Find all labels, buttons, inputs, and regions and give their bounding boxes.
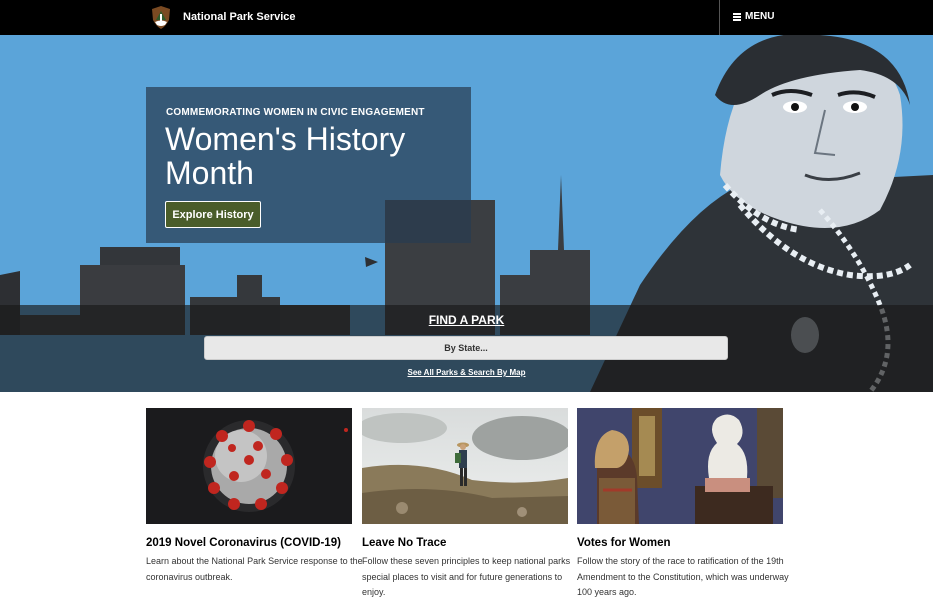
find-a-park-panel: FIND A PARK By State... See All Parks & … xyxy=(0,305,933,392)
card-description: Follow these seven principles to keep na… xyxy=(362,556,571,597)
promo-kicker: COMMEMORATING WOMEN IN CIVIC ENGAGEMENT xyxy=(166,107,425,118)
menu-divider xyxy=(719,0,720,35)
card-title[interactable]: 2019 Novel Coronavirus (COVID-19) xyxy=(146,537,356,549)
hamburger-icon xyxy=(733,13,741,21)
menu-button[interactable]: MENU xyxy=(733,11,774,22)
card-title[interactable]: Votes for Women xyxy=(577,537,787,549)
explore-history-button[interactable]: Explore History xyxy=(165,201,261,228)
card-image-coronavirus[interactable] xyxy=(146,408,352,524)
search-by-map-link[interactable]: See All Parks & Search By Map xyxy=(0,368,933,377)
promo-title: Women's History Month xyxy=(165,121,406,191)
brand-link[interactable]: National Park Service xyxy=(183,11,296,23)
card-covid[interactable]: 2019 Novel Coronavirus (COVID-19) Learn … xyxy=(146,408,363,582)
menu-label: MENU xyxy=(745,11,775,22)
state-select[interactable]: By State... xyxy=(204,336,728,360)
card-title[interactable]: Leave No Trace xyxy=(362,537,572,549)
card-leave-no-trace[interactable]: Leave No Trace Follow these seven princi… xyxy=(362,408,570,597)
card-description: Follow the story of the race to ratifica… xyxy=(577,556,789,597)
card-image-museum-bust[interactable] xyxy=(577,408,783,524)
nps-arrowhead-icon[interactable] xyxy=(151,6,171,29)
card-description: Learn about the National Park Service re… xyxy=(146,556,363,582)
card-votes-for-women[interactable]: Votes for Women Follow the story of the … xyxy=(577,408,789,597)
promo-box: COMMEMORATING WOMEN IN CIVIC ENGAGEMENT … xyxy=(146,87,471,243)
find-a-park-link[interactable]: FIND A PARK xyxy=(0,313,933,327)
card-image-hiker[interactable] xyxy=(362,408,568,524)
hero-banner: COMMEMORATING WOMEN IN CIVIC ENGAGEMENT … xyxy=(0,35,933,392)
top-navigation-bar: National Park Service MENU xyxy=(0,0,933,35)
